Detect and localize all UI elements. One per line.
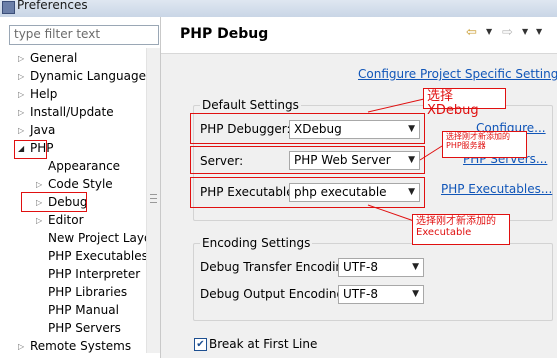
annotation-executable-line2: Executable <box>416 227 472 238</box>
annotation-server-note: 选择刚才新添加的PHP服务器 <box>442 131 527 158</box>
annotation-select-xdebug: 选择XDebug <box>423 88 506 118</box>
annotation-executable-note: 选择刚才新添加的 Executable <box>412 214 510 245</box>
annotation-connectors <box>367 98 443 222</box>
annotation-executable-line1: 选择刚才新添加的 <box>416 216 496 227</box>
